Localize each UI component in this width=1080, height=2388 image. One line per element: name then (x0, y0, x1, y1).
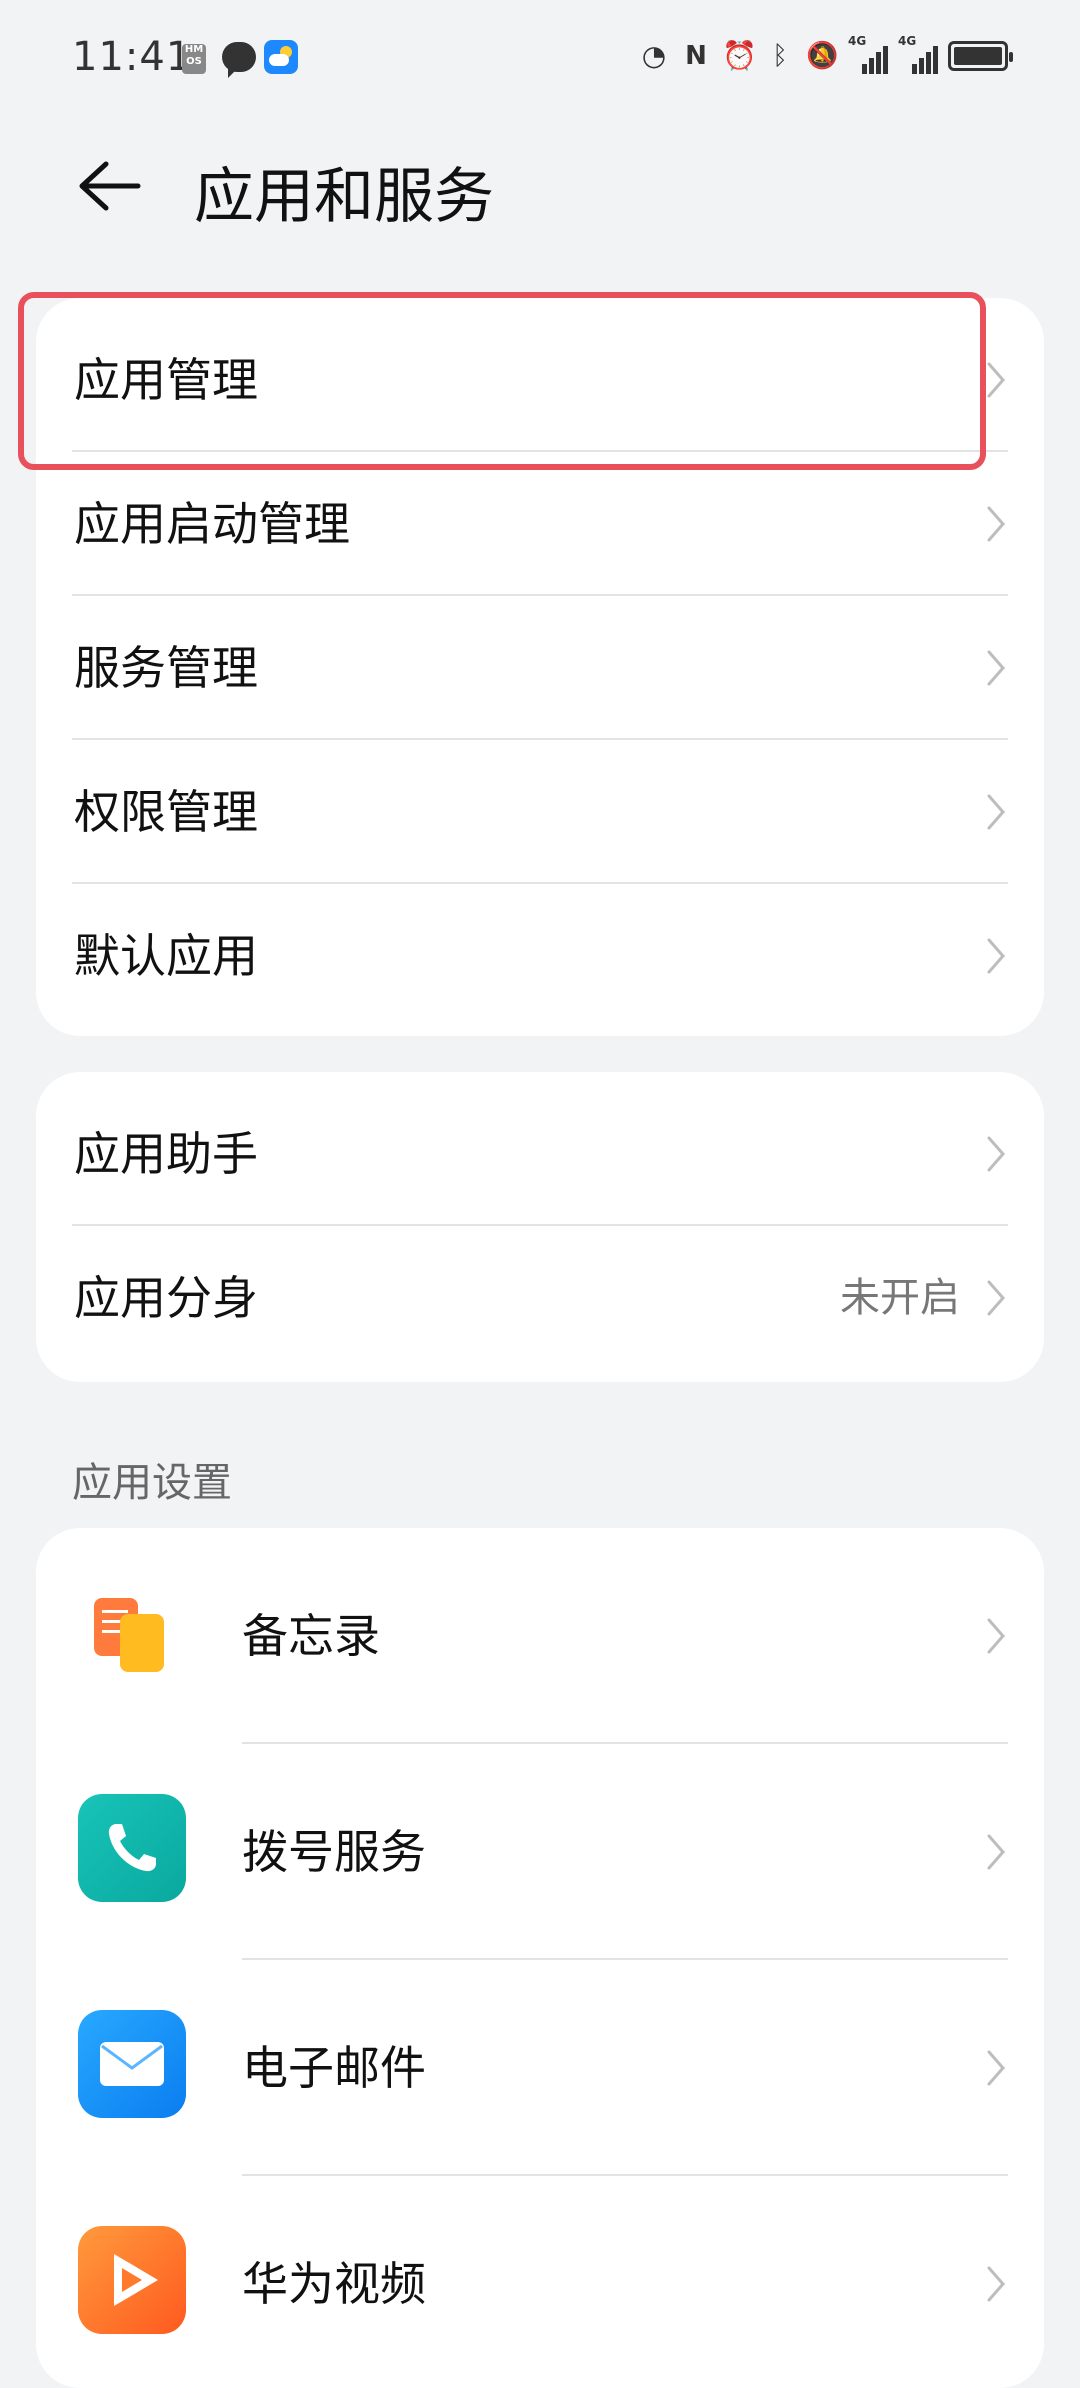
app-label: 华为视频 (242, 2257, 426, 2311)
phone-icon (78, 1794, 186, 1902)
list-item-dialer[interactable]: 拨号服务 (36, 1744, 1044, 1960)
list-item-permissions[interactable]: 权限管理 (36, 740, 1044, 884)
status-icons: ◔ N ⏰ ᛒ 🔕 4G 4G (638, 34, 1013, 74)
list-item-label: 应用助手 (74, 1127, 258, 1181)
chevron-right-icon (986, 1134, 1006, 1174)
list-item-label: 应用管理 (74, 353, 258, 407)
chevron-right-icon (986, 504, 1006, 544)
chevron-right-icon (986, 1278, 1006, 1318)
app-label: 电子邮件 (242, 2041, 426, 2095)
list-item-label: 服务管理 (74, 641, 258, 695)
chevron-right-icon (986, 2264, 1006, 2304)
message-icon (222, 42, 256, 78)
hmos-icon: HM OS (182, 44, 206, 74)
back-arrow-icon[interactable] (72, 156, 144, 216)
list-item-email[interactable]: 电子邮件 (36, 1960, 1044, 2176)
memo-icon (78, 1578, 186, 1686)
app-label: 备忘录 (242, 1609, 380, 1663)
section-title: 应用设置 (72, 1460, 232, 1506)
chevron-right-icon (986, 936, 1006, 976)
list-item-app-launch[interactable]: 应用启动管理 (36, 452, 1044, 596)
speedometer-icon: ◔ (641, 39, 667, 72)
list-item-memo[interactable]: 备忘录 (36, 1528, 1044, 1744)
status-time: 11:41 (72, 34, 193, 80)
weather-icon (264, 40, 298, 74)
video-icon (78, 2226, 186, 2334)
settings-group-1: 应用管理 应用启动管理 服务管理 权限管理 默认应用 (36, 298, 1044, 1036)
bluetooth-icon: ᛒ (772, 41, 788, 71)
list-item-label: 应用分身 (74, 1271, 258, 1325)
list-item-default-apps[interactable]: 默认应用 (36, 884, 1044, 1028)
list-item-label: 权限管理 (74, 785, 258, 839)
battery-icon (948, 41, 1013, 71)
page-title: 应用和服务 (194, 162, 494, 232)
chevron-right-icon (986, 1832, 1006, 1872)
chevron-right-icon (986, 792, 1006, 832)
signal-icon-2: 4G (898, 34, 938, 74)
app-settings-list: 备忘录 拨号服务 电子邮件 华为视频 (36, 1528, 1044, 2388)
settings-group-2: 应用助手 应用分身 未开启 (36, 1072, 1044, 1382)
nfc-icon: N (685, 41, 707, 71)
chevron-right-icon (986, 648, 1006, 688)
chevron-right-icon (986, 1616, 1006, 1656)
app-label: 拨号服务 (242, 1825, 426, 1879)
list-item-label: 应用启动管理 (74, 497, 350, 551)
status-bar: 11:41 HM OS ◔ N ⏰ ᛒ 🔕 4G 4G (0, 0, 1080, 120)
status-value: 未开启 (840, 1275, 960, 1321)
list-item-label: 默认应用 (74, 929, 258, 983)
chevron-right-icon (986, 2048, 1006, 2088)
mute-icon: 🔕 (806, 41, 839, 71)
alarm-icon: ⏰ (722, 39, 757, 72)
signal-icon: 4G (848, 34, 888, 74)
list-item-huawei-video[interactable]: 华为视频 (36, 2176, 1044, 2388)
mail-icon (78, 2010, 186, 2118)
list-item-app-twin[interactable]: 应用分身 未开启 (36, 1226, 1044, 1370)
list-item-service-management[interactable]: 服务管理 (36, 596, 1044, 740)
list-item-app-management[interactable]: 应用管理 (36, 308, 1044, 452)
chevron-right-icon (986, 360, 1006, 400)
list-item-app-assistant[interactable]: 应用助手 (36, 1082, 1044, 1226)
app-bar: 应用和服务 (0, 130, 1080, 240)
